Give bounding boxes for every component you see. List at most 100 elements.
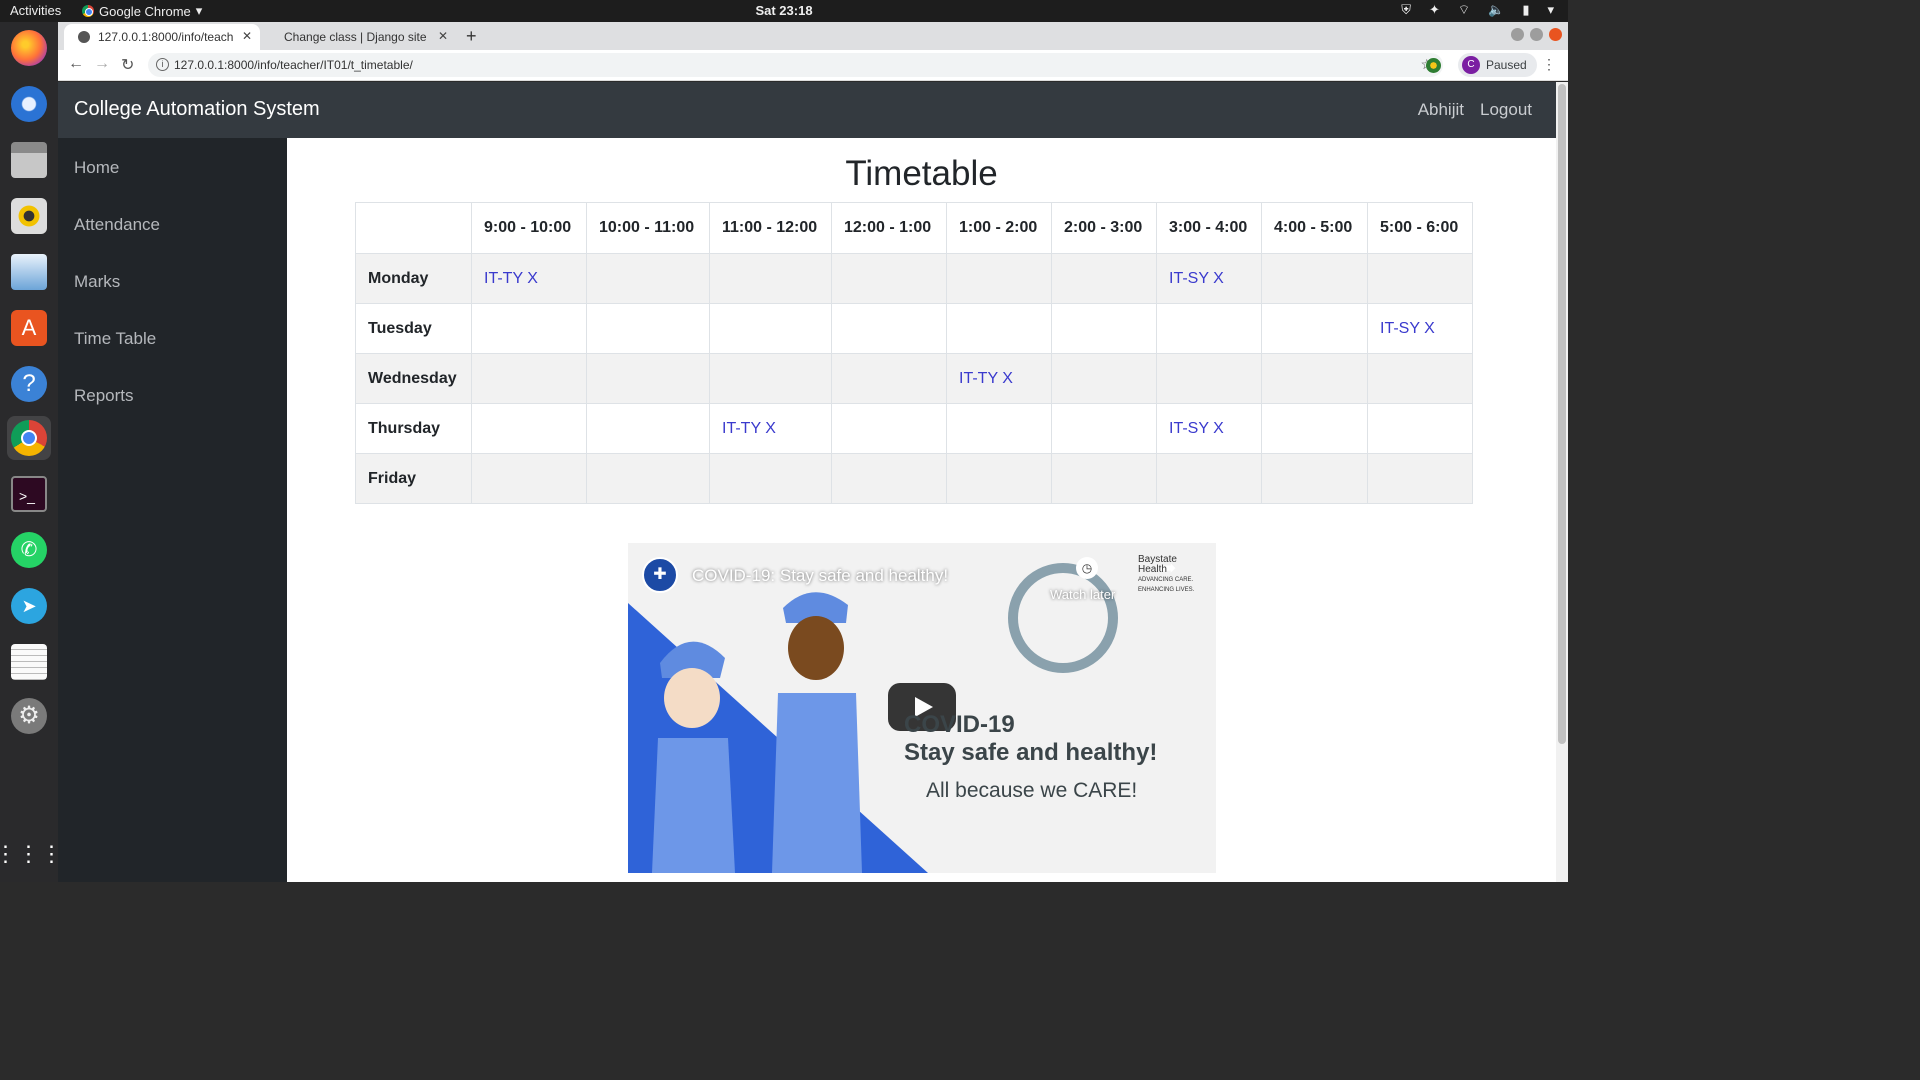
address-bar[interactable]: i 127.0.0.1:8000/info/teacher/IT01/t_tim… (148, 53, 1443, 77)
dropbox-icon[interactable]: ✦ (1429, 2, 1440, 18)
wifi-icon[interactable]: ⌔ (1458, 2, 1470, 18)
table-row: Thursday IT-TY X IT-SY X (355, 403, 1473, 454)
thunderbird-dock-icon[interactable] (7, 82, 51, 126)
sidebar-item-attendance[interactable]: Attendance (74, 215, 160, 235)
timetable-cell (1261, 453, 1368, 504)
column-header: 5:00 - 6:00 (1367, 202, 1473, 254)
close-icon[interactable]: ✕ (242, 29, 252, 43)
timetable-cell (471, 303, 587, 354)
top-navbar: College Automation System Abhijit Logout (58, 82, 1556, 138)
virus-illustration (1008, 563, 1118, 673)
user-name-link[interactable]: Abhijit (1418, 100, 1464, 120)
timetable-cell (709, 253, 832, 304)
site-brand[interactable]: College Automation System (74, 98, 320, 121)
class-link[interactable]: IT-TY X (484, 270, 538, 287)
timetable-cell (471, 353, 587, 404)
whatsapp-dock-icon[interactable]: ✆ (7, 528, 51, 572)
class-link[interactable]: IT-SY X (1380, 320, 1435, 337)
class-link[interactable]: IT-TY X (959, 370, 1013, 387)
sidebar-item-home[interactable]: Home (74, 158, 119, 178)
telegram-dock-icon[interactable]: ➤ (7, 584, 51, 628)
whatsapp-icon: ✆ (11, 532, 47, 568)
system-clock[interactable]: Sat 23:18 (755, 3, 812, 18)
timetable-cell (586, 303, 710, 354)
timetable-cell (946, 453, 1052, 504)
table-header-row: 9:00 - 10:00 10:00 - 11:00 11:00 - 12:00… (355, 202, 1473, 254)
settings-dock-icon[interactable]: ⚙ (7, 694, 51, 738)
timetable-table: 9:00 - 10:00 10:00 - 11:00 11:00 - 12:00… (355, 202, 1473, 504)
timetable-cell (1261, 303, 1368, 354)
sidebar-item-reports[interactable]: Reports (74, 386, 134, 406)
close-window-button[interactable] (1549, 28, 1562, 41)
timetable-cell (946, 403, 1052, 454)
forward-arrow-icon[interactable]: → (94, 55, 110, 73)
new-tab-button[interactable]: + (466, 26, 477, 47)
software-dock-icon[interactable]: A (7, 306, 51, 350)
tab-timetable[interactable]: 127.0.0.1:8000/info/teach ✕ (64, 24, 260, 50)
chrome-dock-icon[interactable] (7, 416, 51, 460)
more-menu-icon[interactable]: ⋮ (1542, 56, 1556, 73)
browser-tab-strip: 127.0.0.1:8000/info/teach ✕ Change class… (58, 22, 1568, 50)
close-icon[interactable]: ✕ (438, 29, 448, 43)
writer-dock-icon[interactable] (7, 250, 51, 294)
doctor-illustration (772, 592, 862, 873)
class-link[interactable]: IT-SY X (1169, 270, 1224, 287)
clock-icon[interactable]: ◷ (1076, 557, 1098, 579)
terminal-dock-icon[interactable]: >_ (7, 472, 51, 516)
class-link[interactable]: IT-SY X (1169, 420, 1224, 437)
profile-button[interactable]: C Paused (1458, 53, 1537, 77)
battery-icon[interactable]: ▮ (1522, 2, 1529, 18)
chevron-down-icon[interactable]: ▾ (1547, 2, 1554, 18)
chrome-icon (82, 5, 94, 17)
app-menu[interactable]: Google Chrome ▾ (82, 3, 202, 19)
channel-brand-name: Baystate Health (1138, 554, 1177, 575)
video-title[interactable]: COVID-19: Stay safe and healthy! (692, 566, 948, 586)
minimize-button[interactable] (1511, 28, 1524, 41)
help-icon: ? (11, 366, 47, 402)
timetable-cell (831, 453, 947, 504)
activities-button[interactable]: Activities (10, 3, 61, 18)
column-header: 12:00 - 1:00 (831, 202, 947, 254)
timetable-cell (1156, 453, 1262, 504)
timetable-cell (946, 253, 1052, 304)
chevron-down-icon: ▾ (195, 3, 203, 18)
shield-icon[interactable]: ⛨ (1401, 2, 1411, 18)
timetable-cell (1261, 253, 1368, 304)
grid-icon: ⋮⋮⋮ (0, 841, 64, 866)
timetable-cell (709, 303, 832, 354)
sidebar-item-marks[interactable]: Marks (74, 272, 120, 292)
page-scrollbar[interactable] (1556, 82, 1568, 882)
timetable-cell (1051, 253, 1157, 304)
show-apps-button[interactable]: ⋮⋮⋮ (0, 832, 63, 876)
reload-icon[interactable]: ↻ (121, 55, 134, 75)
editor-dock-icon[interactable] (7, 640, 51, 684)
column-header: 10:00 - 11:00 (586, 202, 710, 254)
extension-icon[interactable] (1426, 58, 1441, 73)
maximize-button[interactable] (1530, 28, 1543, 41)
scrollbar-thumb[interactable] (1558, 84, 1566, 744)
chrome-icon (11, 420, 47, 456)
back-arrow-icon[interactable]: ← (68, 55, 84, 73)
timetable-cell (1051, 403, 1157, 454)
settings-icon: ⚙ (11, 698, 47, 734)
firefox-icon (11, 30, 47, 66)
url-text: 127.0.0.1:8000/info/teacher/IT01/t_timet… (174, 58, 413, 72)
logout-link[interactable]: Logout (1480, 100, 1532, 120)
volume-icon[interactable]: 🔈 (1488, 2, 1504, 18)
music-icon (11, 198, 47, 234)
youtube-embed[interactable]: ✚ COVID-19: Stay safe and healthy! ◷ Wat… (628, 543, 1216, 873)
firefox-dock-icon[interactable] (7, 26, 51, 70)
channel-logo-icon[interactable]: ✚ (642, 557, 678, 593)
channel-brand-mark: Baystate Health ADVANCING CARE. ENHANCIN… (1138, 555, 1208, 595)
info-icon[interactable]: i (156, 58, 169, 71)
watch-later-label[interactable]: Watch later (1050, 587, 1115, 602)
files-dock-icon[interactable] (7, 138, 51, 182)
sidebar-item-time-table[interactable]: Time Table (74, 329, 156, 349)
sidebar: Home Attendance Marks Time Table Reports (58, 138, 287, 882)
class-link[interactable]: IT-TY X (722, 420, 776, 437)
timetable-cell: IT-SY X (1156, 403, 1262, 454)
rhythmbox-dock-icon[interactable] (7, 194, 51, 238)
tab-django-admin[interactable]: Change class | Django site ✕ (270, 24, 456, 50)
help-dock-icon[interactable]: ? (7, 362, 51, 406)
system-tray[interactable]: ⛨ ✦ ⌔ 🔈 ▮ ▾ (1401, 2, 1554, 18)
